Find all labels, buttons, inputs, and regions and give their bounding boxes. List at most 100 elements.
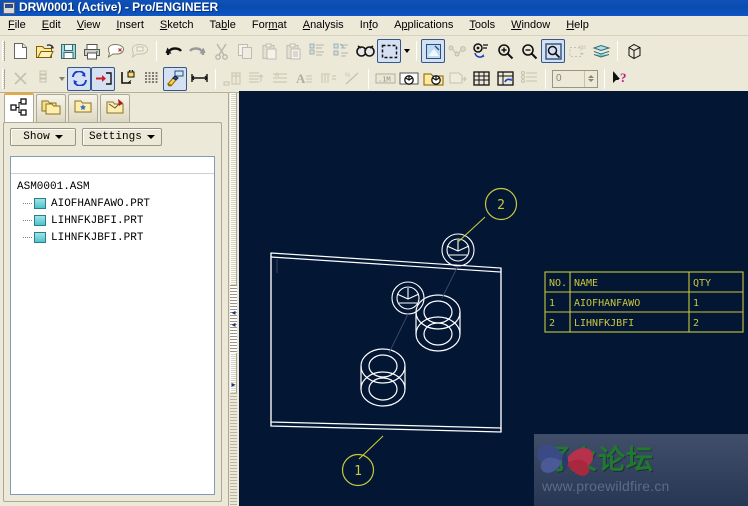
table-detail-icon[interactable] [517, 67, 541, 91]
menu-sketch[interactable]: Sketch [152, 17, 202, 34]
paste-special-icon[interactable] [281, 39, 305, 63]
cl-2 [441, 265, 459, 299]
plate-geometry [270, 252, 502, 433]
zoom-in-icon[interactable] [493, 39, 517, 63]
display-style-icon[interactable] [421, 39, 445, 63]
menu-window[interactable]: Window [503, 17, 558, 34]
menu-applications[interactable]: Applications [386, 17, 461, 34]
menu-info[interactable]: Info [352, 17, 386, 34]
undo-icon[interactable] [161, 39, 185, 63]
tree-item-part-1[interactable]: AIOFHANFAWO.PRT [17, 195, 214, 212]
create-note-icon[interactable] [163, 66, 187, 91]
text-style-icon[interactable]: A [292, 67, 316, 91]
open-file-icon[interactable] [32, 39, 56, 63]
forum-watermark: 野火论坛 www.proewildfire.cn [534, 434, 748, 506]
sheet-number-spinner[interactable] [584, 70, 597, 87]
menu-help[interactable]: Help [558, 17, 597, 34]
table-insert-icon[interactable] [244, 67, 268, 91]
favorites-tab[interactable] [68, 94, 98, 122]
boss2-bottom-inner [423, 322, 453, 346]
toolbar-separator-4 [215, 68, 216, 89]
toolbar-grip[interactable] [2, 41, 5, 61]
dimension-icon[interactable] [187, 67, 211, 91]
tree-item-label: LIHNFKJBFI.PRT [51, 214, 144, 227]
datum-display-icon[interactable] [445, 39, 469, 63]
splitter-grip-upper[interactable] [230, 285, 237, 353]
refit-icon[interactable] [541, 39, 565, 63]
balloon-assembly-icon[interactable] [421, 67, 445, 91]
bom-table-text: NO. NAME QTY 1 AIOFHANFAWO 1 2 LIHNFKJBF… [549, 278, 711, 329]
sheet-setup-caret[interactable] [56, 67, 67, 91]
paste-icon[interactable] [257, 39, 281, 63]
drawing-graphics-window[interactable]: 2 1 NO. NAME QTY 1 AIOFHANFAWO 1 2 LIHNF… [239, 91, 748, 506]
spin-center-icon[interactable] [469, 39, 493, 63]
delete-icon[interactable] [8, 67, 32, 91]
menu-table[interactable]: Table [202, 17, 244, 34]
switch-dim-icon[interactable] [316, 67, 340, 91]
repeat-region-icon[interactable]: A [268, 67, 292, 91]
balloon-view-icon[interactable] [397, 67, 421, 91]
chevron-left-icon[interactable]: ◂ [230, 309, 237, 317]
show-button[interactable]: Show [10, 128, 76, 146]
toolbar-separator-5 [368, 68, 369, 89]
sheet-number-field[interactable]: 0 [552, 69, 598, 88]
print-icon[interactable] [80, 39, 104, 63]
quick-print-icon[interactable] [128, 39, 152, 63]
sheet-setup-icon[interactable] [32, 67, 56, 91]
chevron-down-icon [54, 135, 63, 139]
redo-icon[interactable] [185, 39, 209, 63]
zoom-out-icon[interactable] [517, 39, 541, 63]
navigator-splitter[interactable]: ◂ ◂ ▸ ▸ [229, 93, 239, 506]
regenerate-icon[interactable] [305, 39, 329, 63]
named-view-icon[interactable]: AB [565, 39, 589, 63]
cut-icon[interactable] [209, 39, 233, 63]
save-icon[interactable] [56, 39, 80, 63]
context-help-icon[interactable]: ? [609, 67, 633, 91]
menu-tools[interactable]: Tools [461, 17, 503, 34]
folder-browser-tab[interactable] [36, 94, 66, 122]
tree-item-label: LIHNFKJBFI.PRT [51, 231, 144, 244]
table-grid-icon[interactable] [469, 67, 493, 91]
copy-icon[interactable] [233, 39, 257, 63]
balloon1-label: 1 [354, 464, 362, 479]
folders-icon [41, 98, 61, 120]
selection-box-icon[interactable] [377, 39, 401, 63]
menu-edit[interactable]: Edit [34, 17, 69, 34]
connections-tab[interactable] [100, 94, 130, 122]
toolbar-grip-2[interactable] [2, 68, 5, 89]
model-tree-tab[interactable] [4, 93, 34, 123]
tolerance-icon[interactable]: % [340, 67, 364, 91]
dim-format-icon[interactable]: .1M [373, 67, 397, 91]
menu-file[interactable]: File [0, 17, 34, 34]
splitter-grip-dotted[interactable] [230, 393, 237, 506]
draft-icon[interactable] [445, 67, 469, 91]
repaint-icon[interactable] [329, 39, 353, 63]
insert-view-icon[interactable] [91, 66, 115, 91]
menu-view[interactable]: View [69, 17, 109, 34]
tree-item-part-2[interactable]: LIHNFKJBFI.PRT [17, 212, 214, 229]
update-sheets-icon[interactable] [67, 66, 91, 91]
chevron-left-icon-2[interactable]: ◂ [230, 321, 237, 329]
tree-item-part-3[interactable]: LIHNFKJBFI.PRT [17, 229, 214, 246]
chevron-right-icon[interactable]: ▸ [230, 381, 237, 389]
boss1-bottom-inner [368, 377, 398, 401]
update-table-icon[interactable] [493, 67, 517, 91]
new-file-icon[interactable] [8, 39, 32, 63]
menu-format[interactable]: Format [244, 17, 295, 34]
find-icon[interactable] [353, 39, 377, 63]
layers-icon[interactable] [589, 39, 613, 63]
settings-button[interactable]: Settings [82, 128, 162, 146]
show-erase-icon[interactable] [139, 67, 163, 91]
lock-view-icon[interactable] [115, 67, 139, 91]
selection-dropdown-caret[interactable] [401, 39, 412, 63]
isometric-view-icon[interactable] [622, 39, 646, 63]
svg-text:?: ? [620, 70, 627, 85]
mail-recipient-icon[interactable] [104, 39, 128, 63]
bom-header-name: NAME [574, 278, 598, 289]
tree-root-item[interactable]: ASM0001.ASM [17, 178, 214, 195]
menu-insert[interactable]: Insert [108, 17, 152, 34]
model-tree[interactable]: ASM0001.ASM AIOFHANFAWO.PRT LIHNFKJBFI.P… [10, 156, 215, 495]
table-from-file-icon[interactable] [220, 67, 244, 91]
menu-analysis[interactable]: Analysis [295, 17, 352, 34]
watermark-butterfly-logo [537, 444, 594, 476]
